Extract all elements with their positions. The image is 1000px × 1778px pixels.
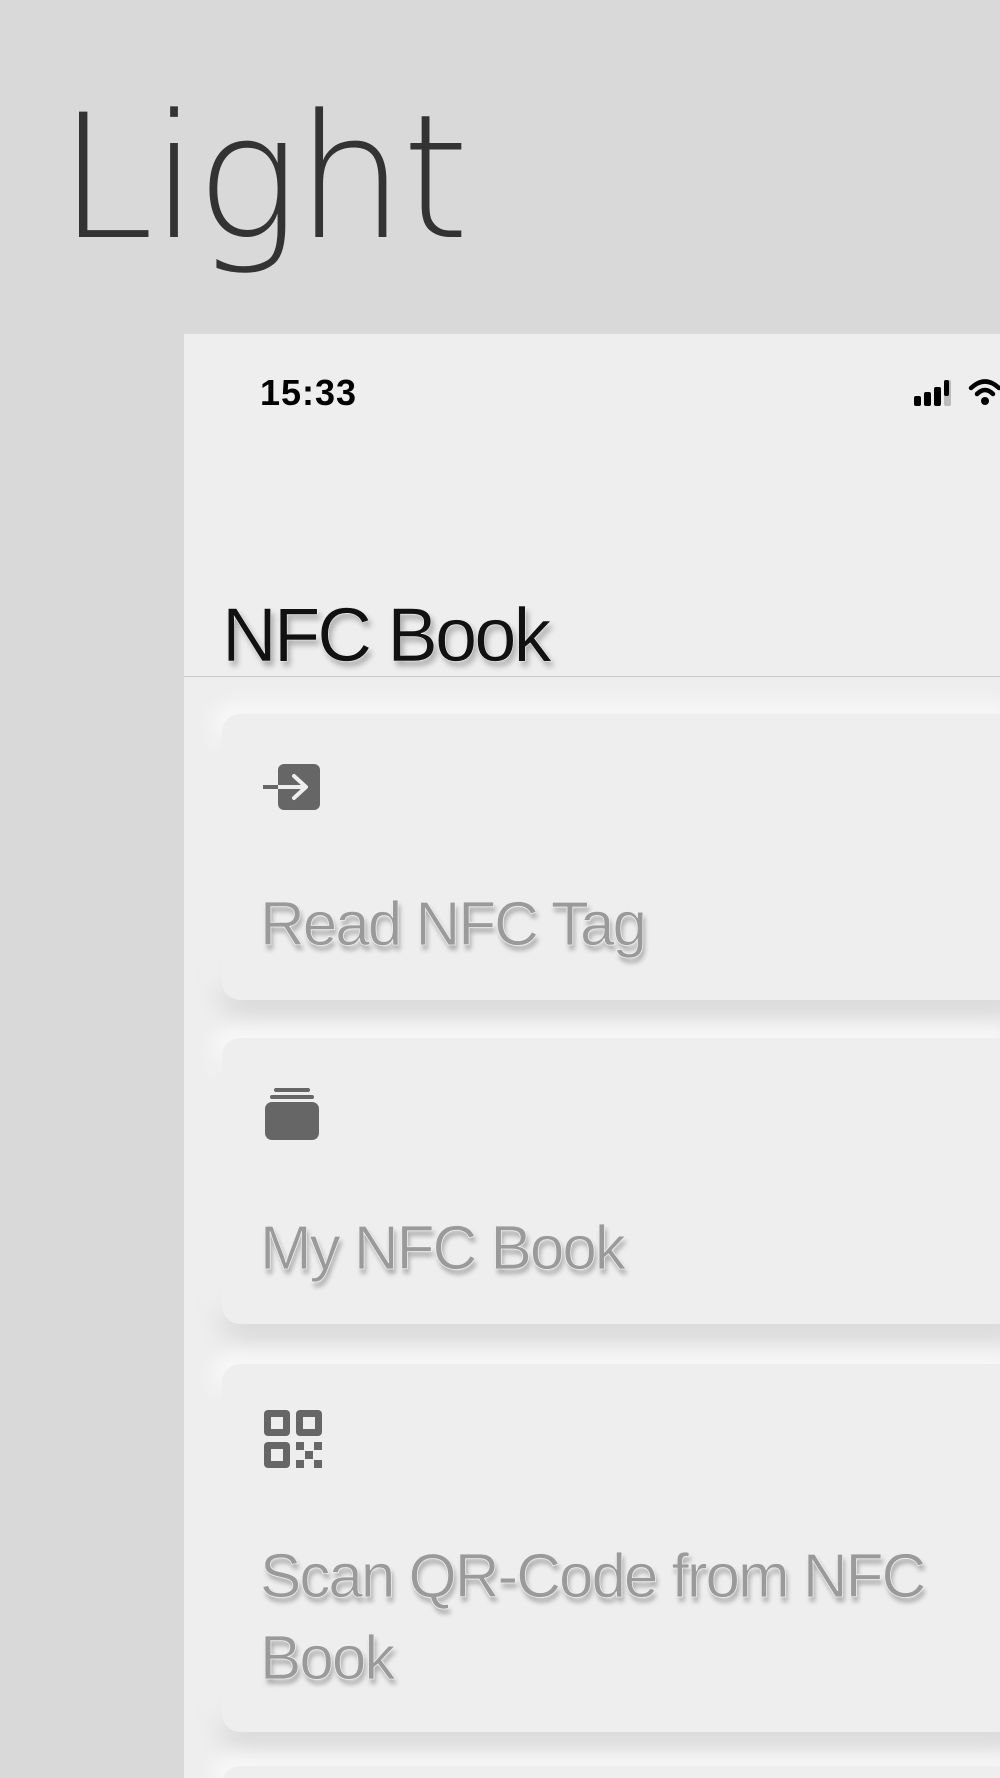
scan-qr-code-label: Scan QR-Code from NFC Book <box>260 1542 927 1694</box>
theme-title: Light <box>58 77 469 278</box>
read-nfc-tag-label: Read NFC Tag <box>260 890 648 960</box>
stacked-folder-icon <box>262 1082 324 1144</box>
scan-qr-code-button[interactable]: Scan QR-Code from NFC Book <box>222 1364 1000 1732</box>
my-nfc-book-label: My NFC Book <box>260 1214 627 1284</box>
import-arrow-icon <box>262 758 324 820</box>
navigation-header: NFC Book <box>184 552 1000 679</box>
cellular-signal-icon <box>914 378 958 412</box>
read-nfc-tag-button[interactable]: Read NFC Tag <box>222 714 1000 1000</box>
page-title: NFC Book <box>222 593 552 679</box>
status-time: 15:33 <box>260 372 358 413</box>
my-nfc-book-button[interactable]: My NFC Book <box>222 1038 1000 1324</box>
phone-screen: 15:33 NFC Book Read NFC Tag My NFC Book … <box>184 334 1000 1778</box>
wifi-icon <box>968 374 1000 412</box>
status-bar: 15:33 <box>184 334 1000 454</box>
qr-code-icon <box>262 1408 324 1470</box>
next-menu-card[interactable] <box>222 1766 1000 1778</box>
